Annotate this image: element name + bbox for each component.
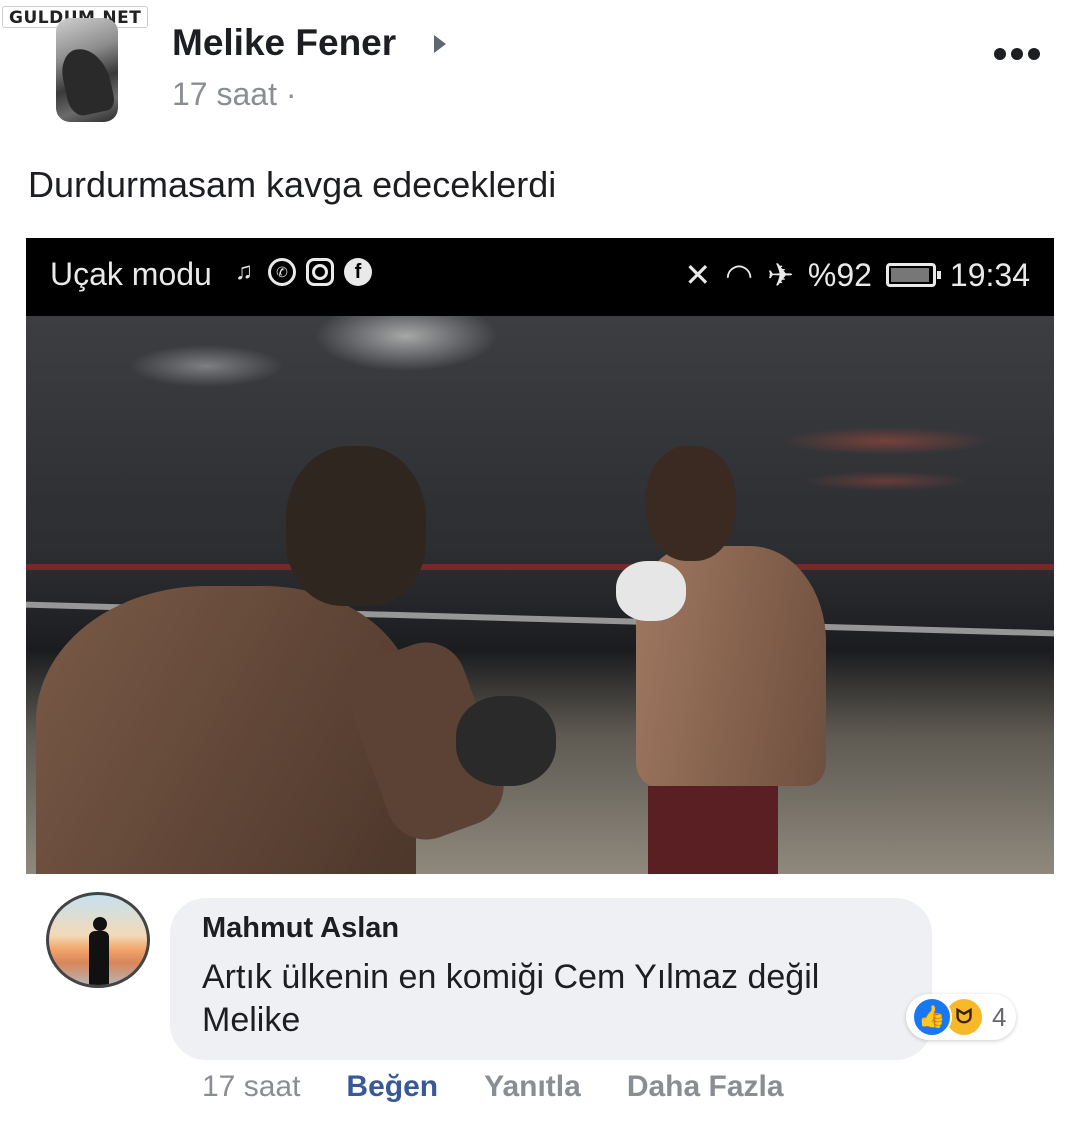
airplane-icon: ✈ <box>767 257 794 293</box>
status-clock: 19:34 <box>949 256 1030 293</box>
comment-bubble: Mahmut Aslan Artık ülkenin en komiği Cem… <box>170 898 932 1060</box>
author-avatar[interactable] <box>56 18 118 122</box>
wifi-icon: ◠ <box>725 257 754 293</box>
facebook-icon: f <box>344 258 372 286</box>
comment: Mahmut Aslan Artık ülkenin en komiği Cem… <box>46 892 1046 1122</box>
phone-status-bar: Uçak modu ♫ ✆ f ✕ ◠ ✈ %92 19:34 <box>26 238 1054 316</box>
whatsapp-icon: ✆ <box>268 258 296 286</box>
comment-timestamp[interactable]: 17 saat <box>202 1070 300 1104</box>
fighter-right <box>606 446 826 874</box>
reaction-count: 4 <box>992 1001 1007 1032</box>
status-carrier: Uçak modu <box>50 256 212 292</box>
post-media-screenshot[interactable]: Uçak modu ♫ ✆ f ✕ ◠ ✈ %92 19:34 <box>26 238 1054 874</box>
more-button[interactable]: Daha Fazla <box>627 1070 784 1104</box>
status-app-icons: ♫ ✆ f <box>230 258 372 286</box>
battery-icon <box>885 263 941 287</box>
comment-actions: 17 saat Beğen Yanıtla Daha Fazla <box>202 1070 784 1104</box>
like-button[interactable]: Beğen <box>346 1070 438 1104</box>
post-header: Melike Fener 17 saat · <box>56 18 1056 128</box>
commenter-name[interactable]: Mahmut Aslan <box>202 912 399 945</box>
comment-text: Artık ülkenin en komiği Cem Yılmaz değil… <box>202 958 820 1039</box>
post-text: Durdurmasam kavga edeceklerdi <box>28 164 557 205</box>
commenter-avatar[interactable] <box>46 892 150 988</box>
battery-percent: %92 <box>807 256 872 293</box>
instagram-icon <box>306 258 334 286</box>
author-name[interactable]: Melike Fener <box>172 22 396 64</box>
fighter-left <box>36 446 556 874</box>
post-timestamp[interactable]: 17 saat · <box>172 76 297 113</box>
boxing-video-frame[interactable] <box>26 316 1054 874</box>
like-icon: 👍 <box>912 997 952 1037</box>
status-right: ✕ ◠ ✈ %92 19:34 <box>684 256 1030 294</box>
more-options-icon[interactable] <box>994 48 1040 60</box>
reaction-summary[interactable]: 👍 ᗢ 4 <box>906 994 1017 1040</box>
mute-icon: ✕ <box>684 257 712 293</box>
music-note-icon: ♫ <box>235 258 253 285</box>
share-arrow-icon <box>434 35 446 53</box>
reply-button[interactable]: Yanıtla <box>484 1070 581 1104</box>
